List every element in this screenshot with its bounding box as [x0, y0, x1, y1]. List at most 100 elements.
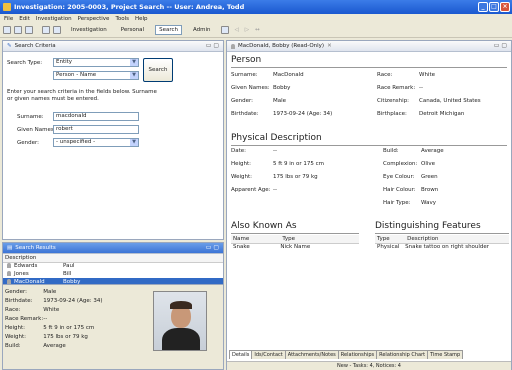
gender-label: Gender:: [17, 140, 40, 146]
back-icon[interactable]: ◁: [235, 27, 239, 33]
tab-attachments-notes[interactable]: Attachments/Notes: [284, 350, 339, 359]
surname-label: Surname:: [17, 114, 44, 120]
perspective-investigation[interactable]: Investigation: [68, 26, 110, 34]
features-divider: [375, 233, 509, 234]
field-label: Gender:: [231, 98, 254, 104]
chevron-down-icon: ▼: [130, 59, 138, 66]
surname-input[interactable]: macdonald: [53, 112, 139, 121]
panel-controls-icon[interactable]: ▭ ▢: [494, 42, 507, 49]
menu-investigation[interactable]: Investigation: [36, 16, 72, 22]
tab-ids-contact[interactable]: Ids/Contact: [251, 350, 286, 359]
sub-type-select[interactable]: Person - Name ▼: [53, 71, 139, 80]
maximize-button[interactable]: □: [489, 2, 499, 12]
features-heading: Distinguishing Features: [375, 221, 481, 231]
search-results-title: Search Results: [15, 245, 56, 251]
preview-value: --: [43, 315, 48, 322]
perspective-search[interactable]: Search: [155, 25, 182, 35]
feature-type: Physical: [377, 244, 400, 251]
field-value: Bobby: [273, 85, 291, 91]
panel-controls-icon[interactable]: ▭ ▢: [206, 42, 219, 49]
menu-tools[interactable]: Tools: [115, 16, 129, 22]
status-text: New - Tasks: 4, Notices: 4: [337, 363, 401, 369]
preview-label: Weight:: [5, 333, 27, 340]
close-button[interactable]: ×: [500, 2, 510, 12]
window-title: Investigation: 2005-0003, Project Search…: [14, 3, 245, 11]
search-criteria-title: Search Criteria: [14, 43, 56, 49]
minimize-button[interactable]: _: [478, 2, 488, 12]
tab-relationships[interactable]: Relationships: [337, 350, 378, 359]
field-value: Detroit Michigan: [419, 111, 465, 117]
gender-select[interactable]: - unspecified - ▼: [53, 138, 139, 147]
result-surname: Jones: [3, 270, 63, 278]
preview-value: 175 lbs or 79 kg: [43, 333, 88, 340]
save-icon[interactable]: [14, 26, 22, 34]
sub-type-value: Person - Name: [56, 72, 97, 78]
bottom-tab-bar: Details Ids/Contact Attachments/Notes Relat…: [229, 350, 464, 359]
search-button[interactable]: Search: [143, 58, 173, 82]
person-heading: Person: [231, 55, 262, 65]
preview-value: White: [43, 306, 60, 313]
table-row[interactable]: Snake Nick Name: [231, 243, 359, 251]
field-label: Race Remark:: [377, 85, 416, 91]
field-value: --: [419, 85, 423, 91]
field-value: Canada, United States: [419, 98, 481, 104]
preview-value: 1973-09-24 (Age: 34): [43, 297, 103, 304]
field-label: Race:: [377, 72, 393, 78]
field-label: Birthdate:: [231, 111, 259, 117]
tab-time-stamp[interactable]: Time Stamp: [427, 350, 464, 359]
preview-row: Height: 5 ft 9 in or 175 cm: [5, 323, 102, 332]
tab-details[interactable]: Details: [229, 350, 253, 359]
tab-relationship-chart[interactable]: Relationship Chart: [376, 350, 429, 359]
menu-perspective[interactable]: Perspective: [78, 16, 110, 22]
person-icon: [7, 271, 11, 276]
new-icon[interactable]: [3, 26, 11, 34]
refresh-icon[interactable]: [53, 26, 61, 34]
field-value: Male: [273, 98, 287, 104]
preview-panel: Gender: Male Birthdate: 1973-09-24 (Age: 34…: [2, 284, 224, 370]
table-row[interactable]: Edwards Paul: [3, 262, 223, 270]
preview-value: 5 ft 9 in or 175 cm: [43, 324, 95, 331]
preview-label: Height:: [5, 324, 26, 331]
preview-row: Race Remark: --: [5, 314, 102, 323]
search-type-select[interactable]: Entity ▼: [53, 58, 139, 67]
field-label: Apparent Age:: [231, 187, 271, 193]
field-label: Birthplace:: [377, 111, 407, 117]
menu-bar: File Edit Investigation Perspective Tool…: [0, 14, 512, 23]
menu-help[interactable]: Help: [135, 16, 148, 22]
person-icon: [231, 43, 235, 49]
close-tab-icon[interactable]: ✕: [327, 43, 332, 49]
result-given-name: Bill: [63, 271, 72, 277]
search-icon: ✎: [7, 43, 12, 49]
perspective-personal[interactable]: Personal: [118, 26, 147, 34]
features-col-description: Description: [405, 235, 509, 244]
given-names-input[interactable]: robert: [53, 125, 139, 134]
features-table: Type Description Physical Snake tattoo on …: [375, 235, 509, 251]
result-given-name: Paul: [63, 263, 75, 270]
field-value: 5 ft 9 in or 175 cm: [273, 161, 325, 167]
print-icon[interactable]: [25, 26, 33, 34]
search-criteria-panel: ✎ Search Criteria ▭ ▢ Search Type: Entit…: [2, 40, 224, 240]
person-divider: [231, 67, 507, 68]
nav-icon[interactable]: ↔: [255, 27, 260, 33]
field-label: Surname:: [231, 72, 258, 78]
preview-row: Race: White: [5, 305, 102, 314]
surname-value: macdonald: [56, 113, 87, 119]
menu-edit[interactable]: Edit: [19, 16, 30, 22]
forward-icon[interactable]: ▷: [245, 27, 249, 33]
title-bar: Investigation: 2005-0003, Project Search…: [0, 0, 512, 14]
panel-controls-icon[interactable]: ▭ ▢: [206, 244, 219, 251]
menu-file[interactable]: File: [4, 16, 13, 22]
aka-col-name: Name: [231, 235, 281, 244]
perspective-admin[interactable]: Admin: [190, 26, 214, 34]
result-surname: Edwards: [3, 262, 63, 270]
field-value: Wavy: [421, 200, 436, 206]
physical-heading: Physical Description: [231, 133, 322, 143]
editor-tab-title[interactable]: MacDonald, Bobby (Read-Only): [238, 43, 324, 49]
results-header-description: Description: [3, 254, 63, 263]
open-icon[interactable]: [42, 26, 50, 34]
table-row[interactable]: Physical Snake tattoo on right shoulder: [375, 243, 509, 251]
grid-icon[interactable]: [220, 26, 229, 34]
table-row[interactable]: Jones Bill: [3, 270, 223, 278]
chevron-down-icon: ▼: [130, 139, 138, 146]
field-label: Weight:: [231, 174, 253, 180]
